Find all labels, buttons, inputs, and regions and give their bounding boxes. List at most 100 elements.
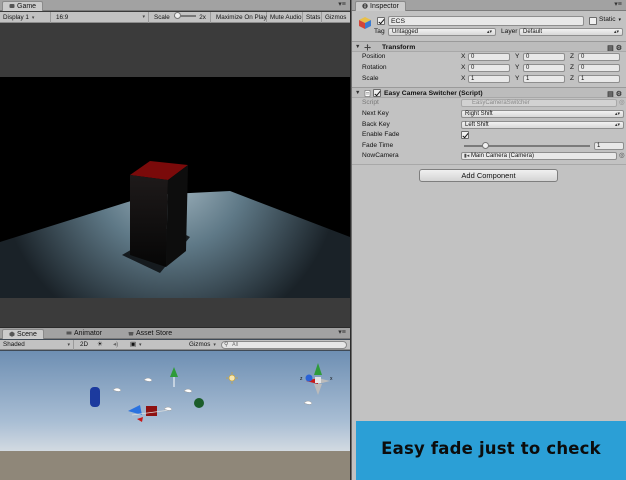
scene-lighting-toggle[interactable]: ☀ xyxy=(94,340,108,350)
back-key-dropdown[interactable]: Left Shift ▴▾ xyxy=(461,121,624,129)
chevron-down-icon: ▴▾ xyxy=(613,29,619,35)
scene-viewport[interactable]: z x xyxy=(0,351,350,480)
script-row: Script EasyCameraSwitcher ◎ xyxy=(352,98,626,108)
position-y-field[interactable]: 0 xyxy=(523,53,565,61)
add-component-button[interactable]: Add Component xyxy=(419,169,558,182)
game-panel-menu-icon[interactable]: ▾≡ xyxy=(337,1,347,9)
rotation-z-field[interactable]: 0 xyxy=(578,64,620,72)
chevron-down-icon: ▾ xyxy=(618,17,622,23)
position-z-value: 0 xyxy=(581,54,585,60)
scene-audio-toggle[interactable]: ◂) xyxy=(110,340,124,350)
aspect-dropdown[interactable]: 16:9 ▾ xyxy=(53,12,149,23)
image-icon: ▣ xyxy=(130,341,136,348)
add-component-label: Add Component xyxy=(461,171,516,180)
fade-time-slider-knob[interactable] xyxy=(482,142,489,149)
active-checkbox[interactable] xyxy=(377,17,385,25)
scene-search-input[interactable]: ⚲ All xyxy=(221,341,347,349)
static-checkbox[interactable] xyxy=(589,17,597,25)
now-camera-row: NowCamera ▮◂ Main Camera (Camera) ◎ xyxy=(352,151,626,161)
tab-inspector[interactable]: Inspector xyxy=(355,1,406,11)
fade-time-slider[interactable] xyxy=(464,142,590,149)
cube-side xyxy=(166,165,188,267)
scale-x-value: 1 xyxy=(471,76,475,82)
tab-asset-store[interactable]: Asset Store xyxy=(122,329,178,339)
position-x-field[interactable]: 0 xyxy=(468,53,510,61)
tab-game[interactable]: Game xyxy=(2,1,44,11)
scene-gizmos-dropdown[interactable]: Gizmos ▾ xyxy=(186,340,218,350)
scale-x-field[interactable]: 1 xyxy=(468,75,510,83)
enable-fade-row: Enable Fade xyxy=(352,130,626,140)
chevron-down-icon: ▴▾ xyxy=(486,29,492,35)
search-icon: ⚲ xyxy=(224,342,229,348)
asset-store-icon xyxy=(128,330,134,336)
toggle-2d-button[interactable]: 2D xyxy=(77,340,91,350)
scene-tab-strip: Scene Animator Asset Store ▾≡ xyxy=(0,328,350,339)
enable-fade-checkbox[interactable] xyxy=(461,131,469,139)
scene-icon xyxy=(9,331,15,337)
game-viewport[interactable] xyxy=(0,24,350,327)
scale-control[interactable]: Scale 2x xyxy=(151,12,211,23)
scale-y-value: 1 xyxy=(526,76,530,82)
chevron-down-icon: ▾ xyxy=(142,14,145,20)
rotation-z-label: Z xyxy=(570,64,575,71)
scale-z-field[interactable]: 1 xyxy=(578,75,620,83)
tag-dropdown[interactable]: Untagged ▴▾ xyxy=(388,28,496,36)
tab-scene[interactable]: Scene xyxy=(2,329,44,339)
game-panel: Game ▾≡ Display 1 ▾ 16:9 ▾ Scale 2x Maximi… xyxy=(0,0,350,327)
gizmos-dropdown[interactable]: Gizmos xyxy=(322,12,350,23)
rotation-x-field[interactable]: 0 xyxy=(468,64,510,72)
next-key-row: Next Key Right Shift ▴▾ xyxy=(352,109,626,119)
tab-animator[interactable]: Animator xyxy=(60,329,108,339)
inspector-menu-icon[interactable]: ▾≡ xyxy=(613,1,623,9)
script-enabled-checkbox[interactable] xyxy=(373,89,381,97)
position-z-field[interactable]: 0 xyxy=(578,53,620,61)
tag-label: Tag xyxy=(374,28,385,35)
script-component-header[interactable]: ▼ Easy Camera Switcher (Script) ▤ ⚙ xyxy=(352,87,626,98)
maximize-on-play-label: Maximize On Play xyxy=(216,14,267,21)
stats-label: Stats xyxy=(306,14,321,21)
shading-mode-dropdown[interactable]: Shaded ▾ xyxy=(0,340,74,350)
scale-z-label: Z xyxy=(570,75,575,82)
scene-effects-dropdown[interactable]: ▣ ▾ xyxy=(127,340,149,350)
camera-gizmo[interactable] xyxy=(90,387,100,407)
next-key-label: Next Key xyxy=(362,110,389,117)
sphere-object[interactable] xyxy=(194,398,204,408)
animator-icon xyxy=(66,330,72,336)
maximize-on-play-toggle[interactable]: Maximize On Play xyxy=(213,12,267,23)
object-picker-icon[interactable]: ◎ xyxy=(619,151,625,161)
fade-time-row: Fade Time 1 xyxy=(352,141,626,151)
divider xyxy=(352,164,626,165)
script-label: Script xyxy=(362,99,379,106)
script-icon xyxy=(364,90,371,97)
scale-slider-knob[interactable] xyxy=(173,12,181,19)
scale-row: Scale X 1 Y 1 Z 1 xyxy=(352,74,626,84)
transform-icon xyxy=(364,44,371,51)
static-label-text: Static xyxy=(599,16,616,23)
scene-panel-menu-icon[interactable]: ▾≡ xyxy=(337,329,347,337)
scale-y-field[interactable]: 1 xyxy=(523,75,565,83)
scale-label: Scale xyxy=(154,14,170,21)
scene-search-placeholder: All xyxy=(232,342,239,348)
scale-label: Scale xyxy=(362,75,379,82)
fade-time-value: 1 xyxy=(597,143,601,149)
rotation-x-label: X xyxy=(461,64,466,71)
fade-time-field[interactable]: 1 xyxy=(594,142,624,150)
next-key-dropdown[interactable]: Right Shift ▴▾ xyxy=(461,110,624,118)
scale-slider[interactable] xyxy=(173,12,196,19)
mute-audio-toggle[interactable]: Mute Audio xyxy=(267,12,303,23)
transform-header[interactable]: ▼ Transform ▤ ⚙ xyxy=(352,41,626,52)
toggle-2d-label: 2D xyxy=(80,341,89,348)
rotation-y-value: 0 xyxy=(526,65,530,71)
fade-time-label: Fade Time xyxy=(362,142,394,149)
now-camera-field[interactable]: ▮◂ Main Camera (Camera) xyxy=(461,152,617,160)
next-key-value: Right Shift xyxy=(465,111,493,117)
layer-dropdown[interactable]: Default ▴▾ xyxy=(519,28,623,36)
object-name-input[interactable]: ECS xyxy=(388,16,584,26)
position-row: Position X 0 Y 0 Z 0 xyxy=(352,52,626,62)
rotation-y-field[interactable]: 0 xyxy=(523,64,565,72)
stats-toggle[interactable]: Stats xyxy=(303,12,322,23)
rotation-z-value: 0 xyxy=(581,65,585,71)
display-dropdown[interactable]: Display 1 ▾ xyxy=(0,12,51,23)
game-render xyxy=(0,77,350,298)
now-camera-label: NowCamera xyxy=(362,152,399,159)
